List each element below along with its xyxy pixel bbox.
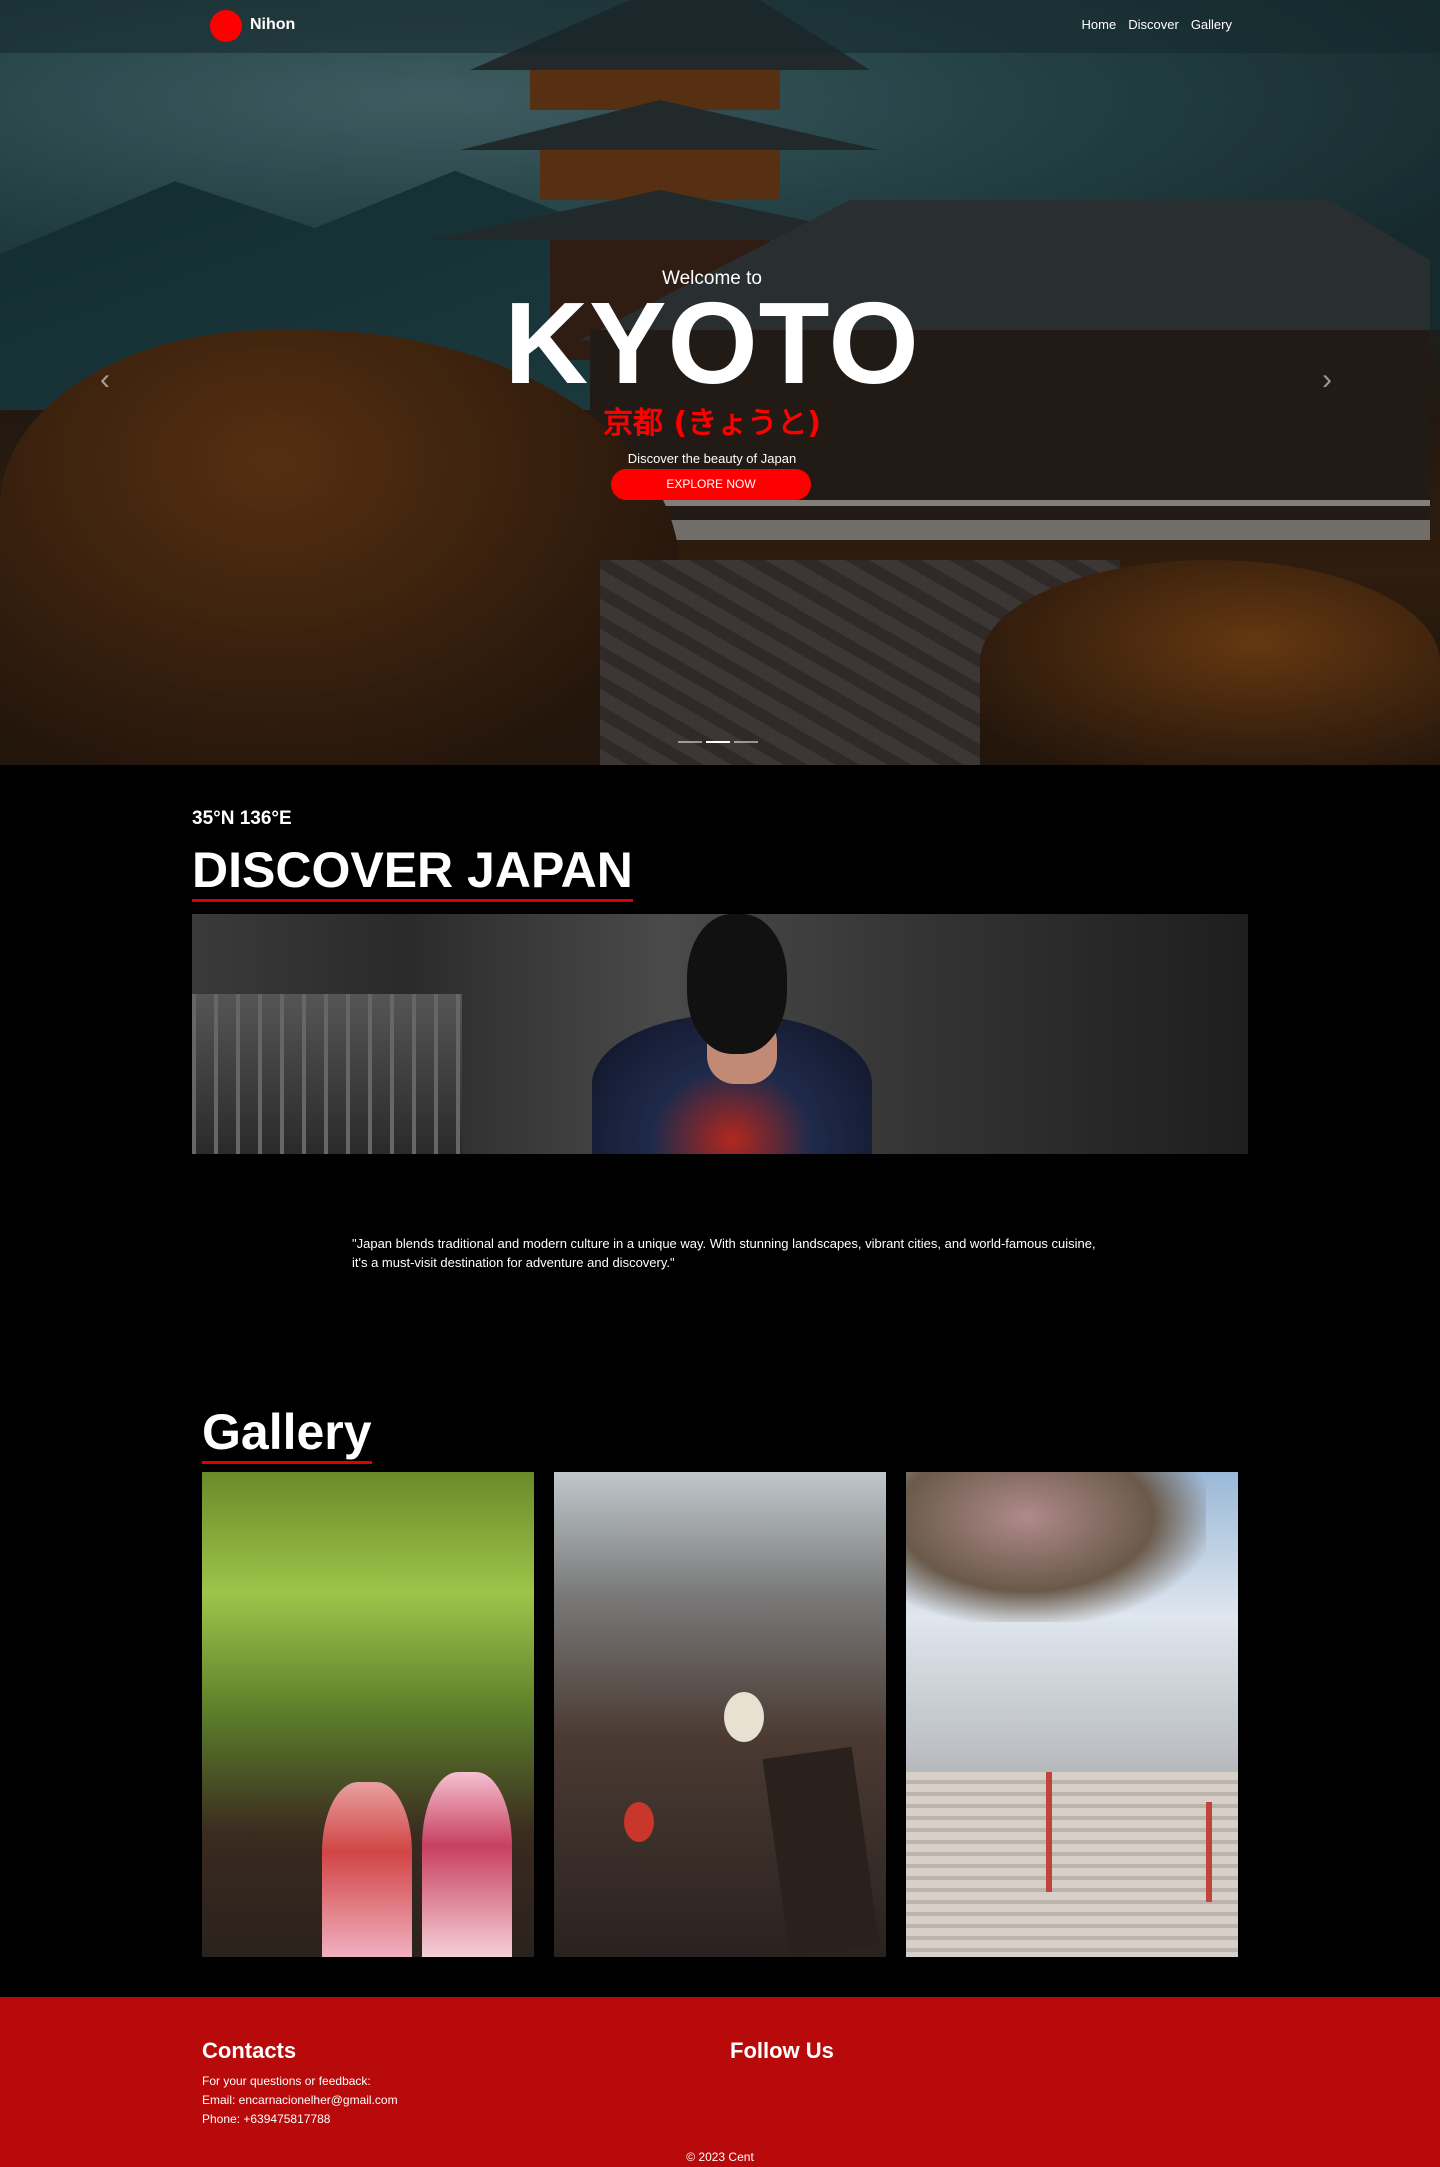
explore-now-button[interactable]: EXPLORE NOW — [611, 469, 811, 500]
discover-quote: "Japan blends traditional and modern cul… — [352, 1236, 1096, 1270]
contacts-title: Contacts — [202, 2038, 297, 2063]
discover-image — [192, 914, 1248, 1154]
carousel-indicator-3[interactable] — [734, 741, 758, 743]
discover-title: DISCOVER JAPAN — [192, 845, 633, 902]
gallery-title: Gallery — [202, 1407, 372, 1464]
chevron-left-icon[interactable]: ‹ — [100, 365, 118, 395]
nav-discover[interactable]: Discover — [1128, 17, 1179, 32]
carousel-indicator-2[interactable] — [706, 741, 730, 743]
hero-carousel: Nihon Home Discover Gallery Welcome to K… — [0, 0, 1440, 765]
nav-gallery[interactable]: Gallery — [1191, 17, 1232, 32]
gallery-image-1[interactable] — [202, 1472, 534, 1957]
hero-tagline: Discover the beauty of Japan — [627, 451, 797, 466]
follow-us-title: Follow Us — [730, 2038, 834, 2063]
brand-name[interactable]: Nihon — [250, 16, 295, 34]
carousel-indicator-1[interactable] — [678, 741, 702, 743]
copyright: © 2023 Cent — [686, 2150, 754, 2164]
coordinates: 35°N 136°E — [192, 808, 292, 829]
contacts-intro: For your questions or feedback: — [202, 2074, 371, 2088]
gallery-image-2[interactable] — [554, 1472, 886, 1957]
contacts-phone[interactable]: Phone: +639475817788 — [202, 2112, 330, 2126]
gallery-image-3[interactable] — [906, 1472, 1238, 1957]
carousel-indicators — [678, 741, 758, 743]
logo-icon[interactable] — [210, 10, 242, 42]
hero-title: KYOTO — [504, 278, 920, 408]
contacts-email[interactable]: Email: encarnacionelher@gmail.com — [202, 2093, 398, 2107]
chevron-right-icon[interactable]: › — [1322, 365, 1340, 395]
nav-home[interactable]: Home — [1082, 17, 1117, 32]
hero-japanese-title: 京都 (きょうと) — [603, 406, 821, 441]
nav-links: Home Discover Gallery — [1082, 17, 1232, 32]
navbar: Nihon Home Discover Gallery — [0, 0, 1440, 53]
